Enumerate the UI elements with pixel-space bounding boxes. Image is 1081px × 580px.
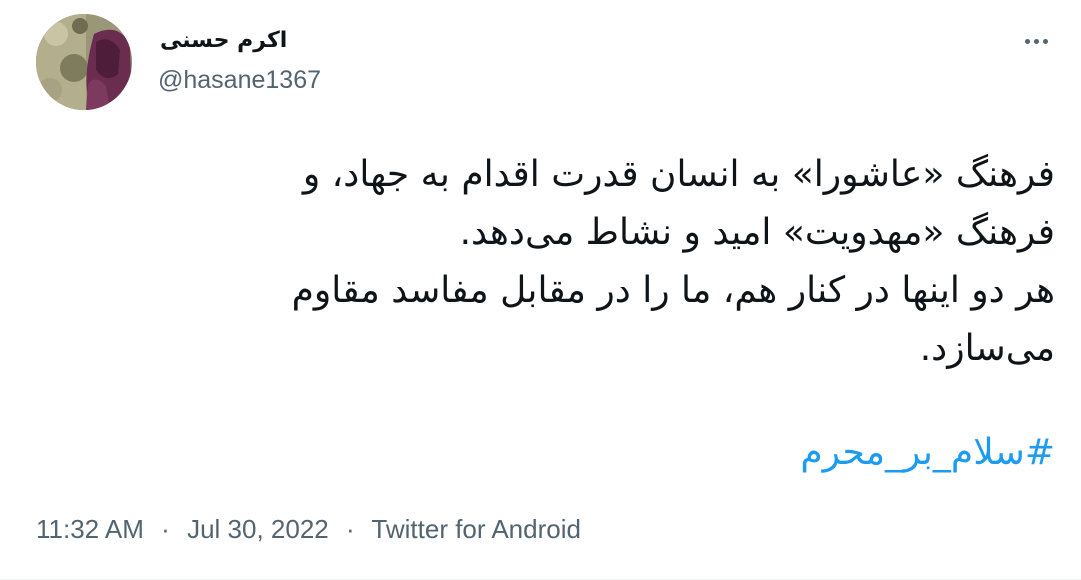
tweet-text-line: فرهنگ «عاشورا» به انسان قدرت اقدام به جه… <box>302 154 1055 195</box>
more-horizontal-icon <box>1024 38 1030 44</box>
tweet-text-line: می‌سازد. <box>919 328 1055 369</box>
user-avatar[interactable] <box>36 14 132 110</box>
metadata-separator: · <box>345 514 355 544</box>
user-display-name[interactable]: اکرم حسنی <box>160 28 287 53</box>
tweet-time[interactable]: 11:32 AM <box>36 514 144 544</box>
user-handle[interactable]: @hasane1367 <box>158 66 321 95</box>
tweet-card: اکرم حسنی @hasane1367 فرهنگ «عاشورا» به … <box>0 0 1081 580</box>
more-options-button[interactable] <box>1014 24 1058 58</box>
tweet-date[interactable]: Jul 30, 2022 <box>187 514 329 544</box>
metadata-separator: · <box>161 514 170 544</box>
hashtag-link[interactable]: #سلام_بر_محرم <box>800 424 1055 482</box>
tweet-text: فرهنگ «عاشورا» به انسان قدرت اقدام به جه… <box>55 146 1055 378</box>
more-horizontal-icon-dot <box>1033 38 1039 44</box>
more-horizontal-icon-dot <box>1042 38 1048 44</box>
tweet-source[interactable]: Twitter for Android <box>371 514 581 544</box>
avatar-photo-image <box>36 14 132 110</box>
tweet-metadata: 11:32 AM · Jul 30, 2022 · Twitter for An… <box>36 514 581 545</box>
tweet-text-line: فرهنگ «مهدویت» امید و نشاط می‌دهد. <box>459 212 1055 253</box>
tweet-text-line: هر دو اینها در کنار هم، ما را در مقابل م… <box>291 270 1055 311</box>
